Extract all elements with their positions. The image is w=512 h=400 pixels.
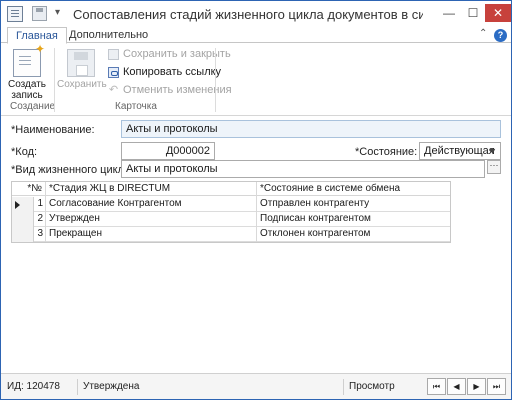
row-number: 1	[34, 197, 46, 212]
ribbon-panel: Создать запись Создание Сохранить Сохран…	[1, 44, 511, 116]
quick-access-dropdown-icon[interactable]: ▾	[55, 7, 60, 18]
last-record-button[interactable]: ⏭	[487, 378, 506, 395]
tab-additional[interactable]: Дополнительно	[61, 27, 156, 44]
window-title: Сопоставления стадий жизненного цикла до…	[73, 7, 423, 22]
status-separator	[77, 379, 78, 395]
copy-link-icon	[108, 67, 119, 78]
document-window: ▾ Сопоставления стадий жизненного цикла …	[0, 0, 512, 400]
create-record-label: Создать запись	[7, 79, 46, 101]
group-label-create: Создание	[10, 101, 56, 112]
row-exchange-state[interactable]: Подписан контрагентом	[257, 212, 450, 227]
name-label: *Наименование:	[11, 124, 95, 136]
lifecycle-label: *Вид жизненного цикла:	[11, 164, 134, 176]
minimize-button[interactable]: —	[437, 4, 461, 22]
undo-icon: ↶	[108, 84, 119, 96]
group-separator	[54, 48, 55, 112]
record-id: ИД: 120478	[7, 381, 60, 392]
quick-save-icon[interactable]	[32, 6, 47, 21]
current-row-indicator	[12, 197, 34, 212]
copy-link-label: Копировать ссылку	[123, 66, 222, 78]
stages-grid: *№ *Стадия ЖЦ в DIRECTUM *Состояние в си…	[11, 181, 451, 243]
chevron-down-icon: ▼	[488, 146, 497, 156]
new-document-icon	[13, 44, 45, 77]
table-row[interactable]: 1 Согласование Контрагентом Отправлен ко…	[12, 197, 450, 212]
previous-record-button[interactable]: ◀	[447, 378, 466, 395]
lifecycle-state: Утверждена	[83, 381, 140, 392]
save-icon	[67, 49, 95, 77]
row-stage[interactable]: Прекращен	[46, 227, 257, 242]
first-record-button[interactable]: ⏮	[427, 378, 446, 395]
column-header-exchange-state[interactable]: *Состояние в системе обмена	[257, 182, 450, 197]
lifecycle-field[interactable]: Акты и протоколы	[121, 160, 485, 178]
lifecycle-picker-button[interactable]: ···	[487, 160, 501, 174]
status-bar: ИД: 120478 Утверждена Просмотр ⏮ ◀ ▶ ⏭	[1, 373, 511, 399]
app-document-icon	[7, 6, 23, 22]
column-header-stage[interactable]: *Стадия ЖЦ в DIRECTUM	[46, 182, 257, 197]
next-record-button[interactable]: ▶	[467, 378, 486, 395]
row-stage[interactable]: Согласование Контрагентом	[46, 197, 257, 212]
column-header-number[interactable]: *№	[12, 182, 46, 197]
save-label: Сохранить	[57, 79, 107, 90]
close-button[interactable]: ✕	[485, 4, 511, 22]
view-mode: Просмотр	[349, 381, 395, 392]
row-number: 2	[34, 212, 46, 227]
row-indicator	[12, 212, 34, 227]
title-bar: ▾ Сопоставления стадий жизненного цикла …	[1, 1, 511, 27]
row-indicator	[12, 227, 34, 242]
ribbon-collapse-icon[interactable]: ⌃	[479, 28, 487, 39]
state-label: *Состояние:	[355, 146, 418, 158]
status-separator	[343, 379, 344, 395]
name-field[interactable]: Акты и протоколы	[121, 120, 501, 138]
save-button[interactable]: Сохранить	[57, 47, 107, 90]
state-select[interactable]: Действующая ▼	[419, 142, 501, 160]
grid-header: *№ *Стадия ЖЦ в DIRECTUM *Состояние в си…	[12, 182, 450, 197]
maximize-button[interactable]: ☐	[461, 4, 485, 22]
create-record-button[interactable]: Создать запись	[7, 44, 47, 101]
row-exchange-state[interactable]: Отклонен контрагентом	[257, 227, 450, 242]
row-stage[interactable]: Утвержден	[46, 212, 257, 227]
group-separator	[215, 48, 216, 112]
code-label: *Код:	[11, 146, 38, 158]
table-row[interactable]: 3 Прекращен Отклонен контрагентом	[12, 227, 450, 242]
state-select-value: Действующая	[424, 145, 495, 157]
row-number: 3	[34, 227, 46, 242]
group-label-card: Карточка	[115, 101, 157, 112]
ribbon-tab-strip: Главная Дополнительно	[1, 27, 511, 44]
help-icon[interactable]: ?	[494, 29, 507, 42]
code-field[interactable]: Д000002	[121, 142, 215, 160]
save-close-icon	[108, 49, 119, 60]
table-row[interactable]: 2 Утвержден Подписан контрагентом	[12, 212, 450, 227]
row-exchange-state[interactable]: Отправлен контрагенту	[257, 197, 450, 212]
